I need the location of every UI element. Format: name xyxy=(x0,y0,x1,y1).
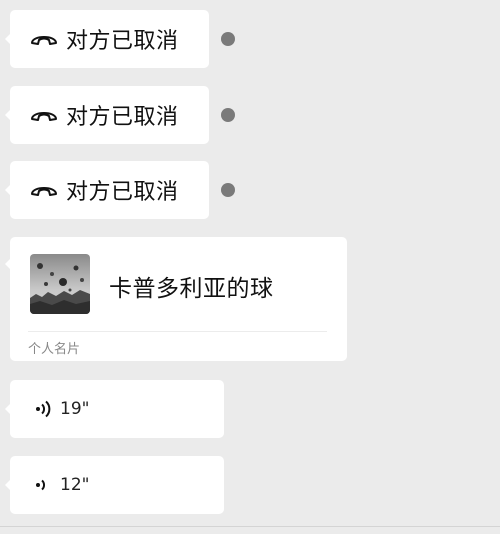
call-status-text: 对方已取消 xyxy=(66,29,179,54)
contact-avatar xyxy=(30,254,90,314)
call-record-bubble[interactable]: 对方已取消 xyxy=(5,10,209,68)
hot-air-balloon-photo xyxy=(30,254,90,314)
phone-hangup-icon xyxy=(31,36,57,45)
call-status-text: 对方已取消 xyxy=(66,180,179,205)
call-record-bubble[interactable]: 对方已取消 xyxy=(5,161,209,219)
voice-message-bubble[interactable]: 19" xyxy=(5,380,224,438)
card-type-label: 个人名片 xyxy=(28,342,81,357)
input-bar-divider xyxy=(0,526,500,527)
voice-duration: 19" xyxy=(60,399,90,419)
call-status-text: 对方已取消 xyxy=(66,105,179,130)
unread-dot xyxy=(221,32,235,46)
voice-duration: 12" xyxy=(60,475,90,495)
card-divider xyxy=(28,331,327,332)
contact-card-bubble[interactable]: 卡普多利亚的球 个人名片 xyxy=(5,237,347,361)
call-record-bubble[interactable]: 对方已取消 xyxy=(5,86,209,144)
phone-hangup-icon xyxy=(31,112,57,121)
voice-message-bubble[interactable]: 12" xyxy=(5,456,224,514)
voice-wave-icon xyxy=(36,479,45,491)
unread-dot xyxy=(221,183,235,197)
phone-hangup-icon xyxy=(31,187,57,196)
voice-wave-icon xyxy=(36,400,51,418)
unread-dot xyxy=(221,108,235,122)
contact-name: 卡普多利亚的球 xyxy=(109,276,274,302)
